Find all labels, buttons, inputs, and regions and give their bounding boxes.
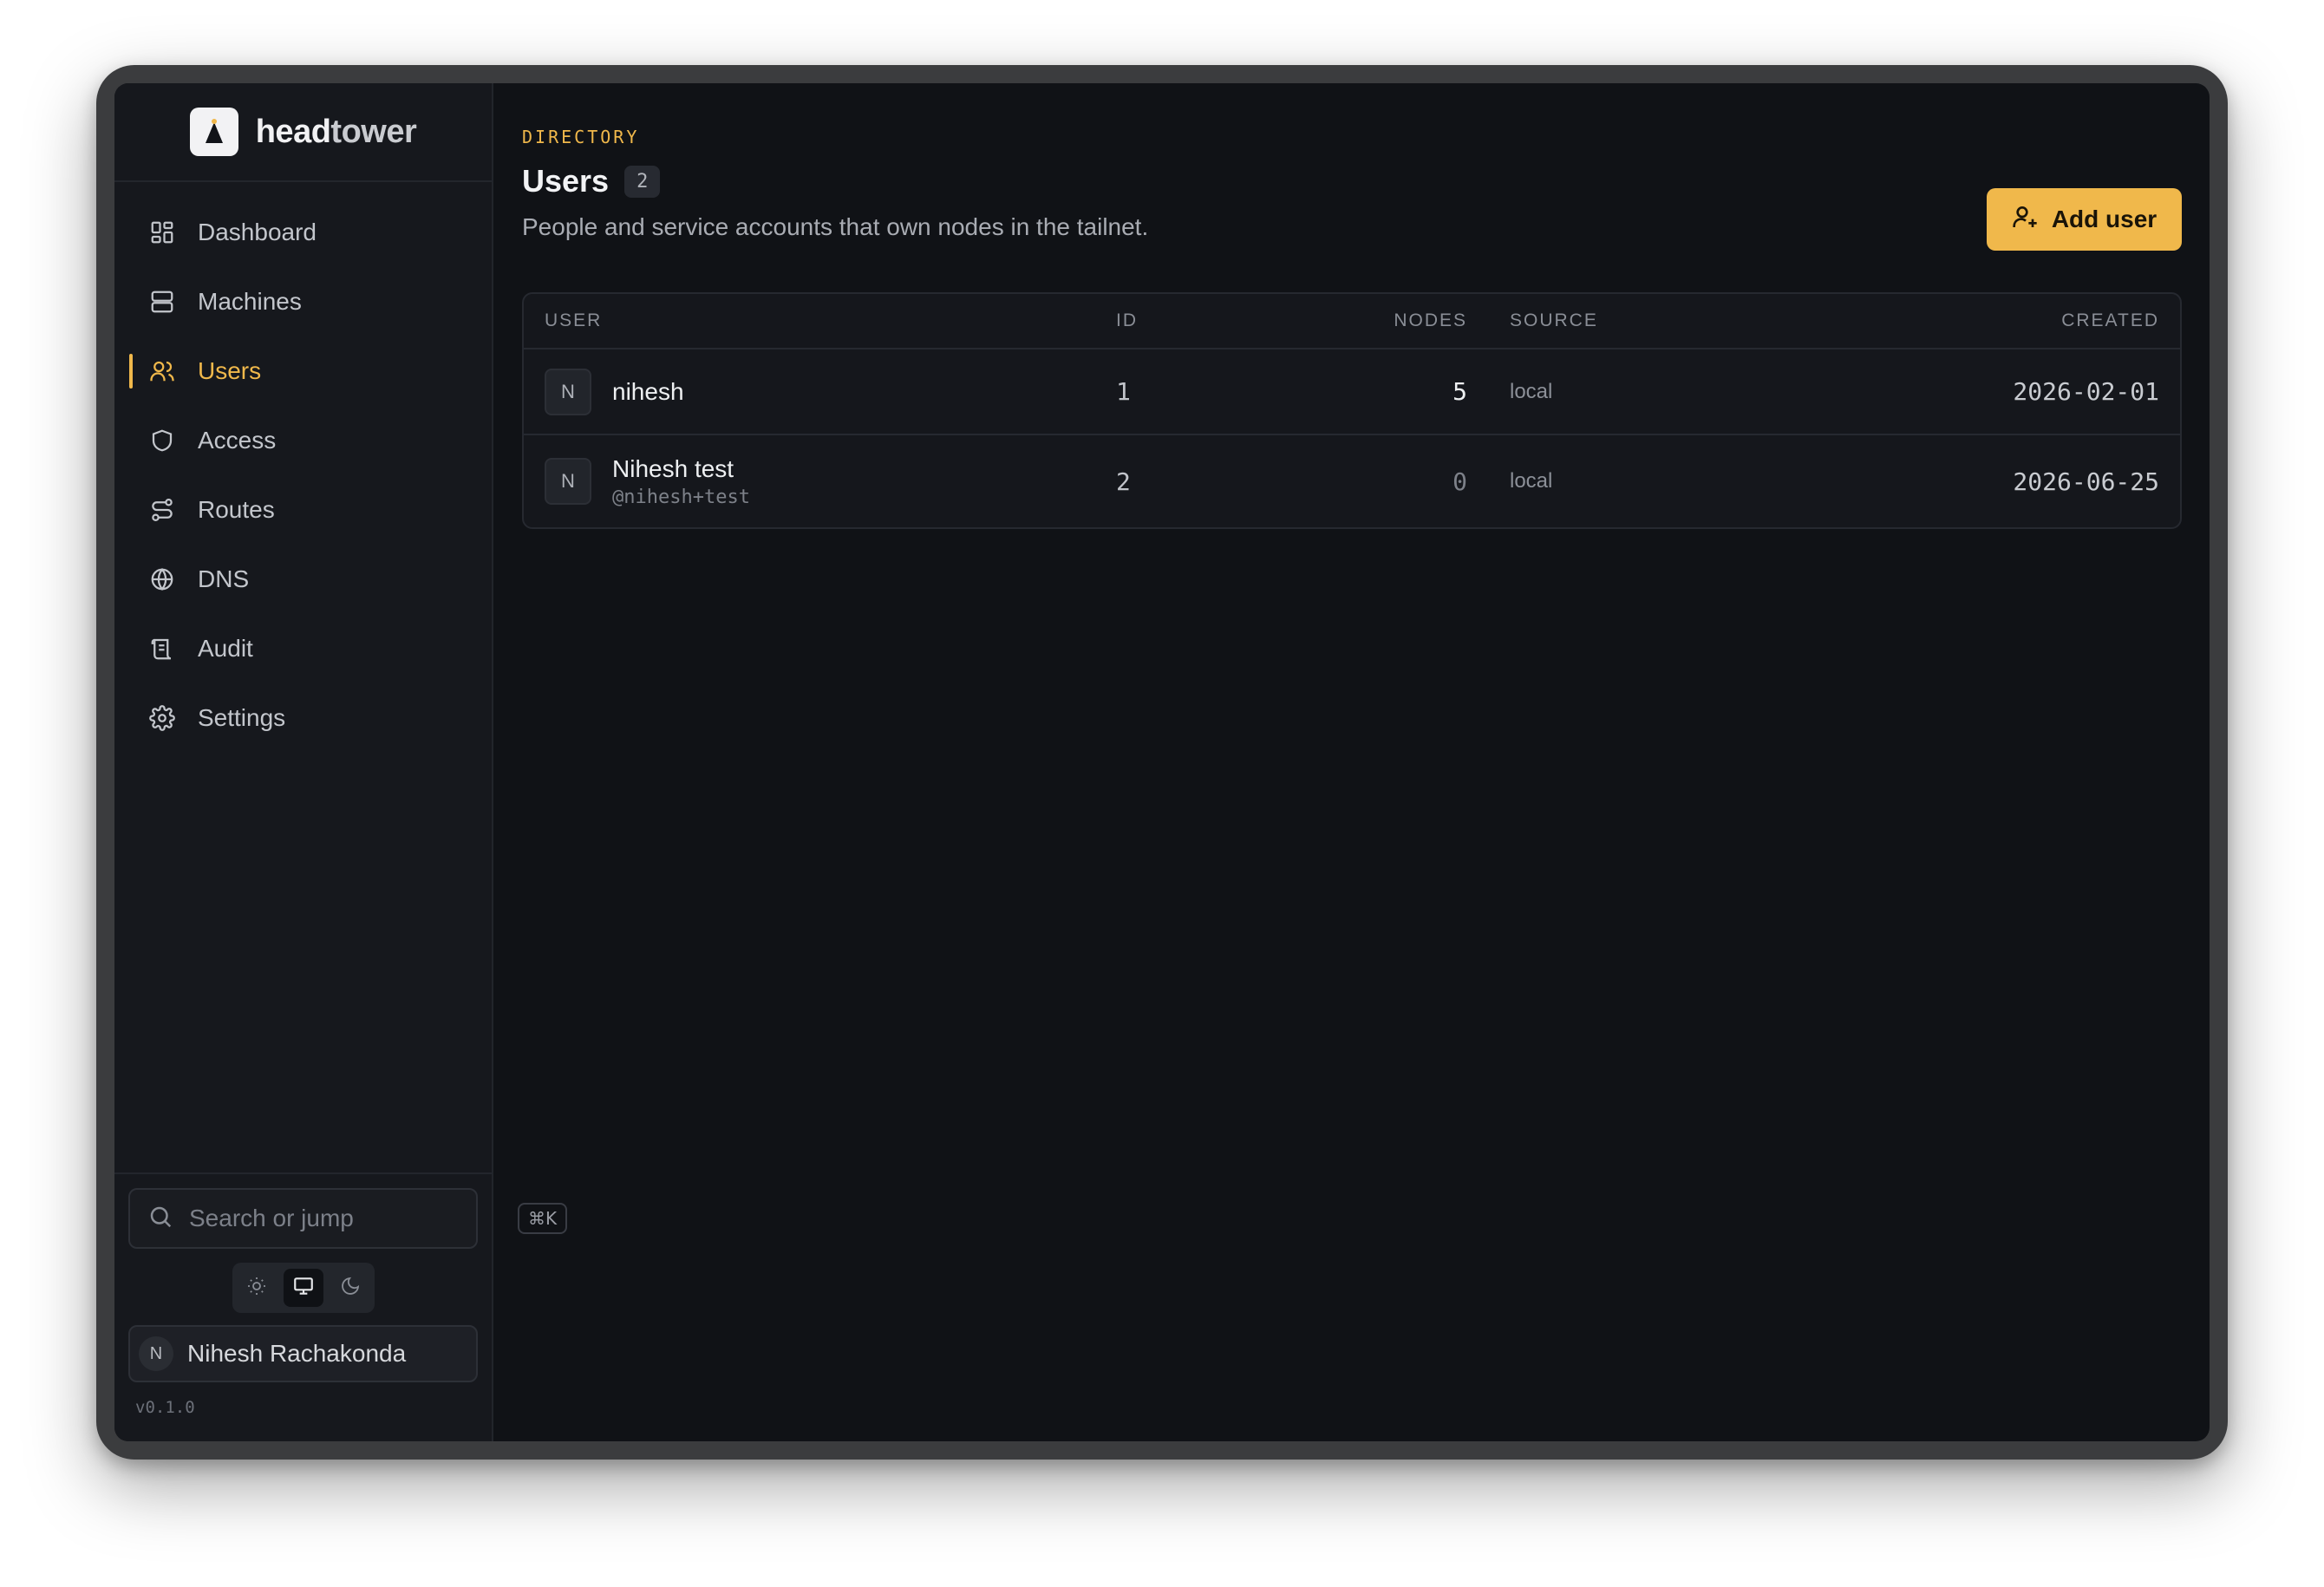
theme-light-button[interactable] — [237, 1269, 277, 1307]
theme-switcher — [232, 1263, 375, 1313]
table-row[interactable]: N Nihesh test @nihesh+test 2 0 local 202… — [524, 435, 2180, 527]
dashboard-icon — [147, 218, 177, 247]
sidebar-item-dns[interactable]: DNS — [114, 545, 492, 614]
add-user-label: Add user — [2051, 206, 2158, 232]
server-icon — [147, 287, 177, 317]
page-title: Users — [522, 163, 610, 199]
user-handle: @nihesh+test — [612, 486, 750, 508]
current-user-button[interactable]: N Nihesh Rachakonda — [128, 1325, 478, 1382]
device-frame: headtower Dashboard Machines Users Acces… — [96, 65, 2228, 1460]
add-user-button[interactable]: Add user — [1987, 188, 2182, 251]
gear-icon — [147, 703, 177, 733]
search-box[interactable]: ⌘K — [128, 1188, 568, 1249]
page-subtitle: People and service accounts that own nod… — [522, 213, 1149, 240]
sidebar-item-users[interactable]: Users — [114, 336, 492, 406]
sidebar-item-audit[interactable]: Audit — [114, 614, 492, 683]
avatar: N — [139, 1336, 173, 1371]
brand-name: headtower — [255, 113, 417, 150]
theme-dark-button[interactable] — [330, 1269, 370, 1307]
scroll-icon — [147, 634, 177, 663]
user-cell: N nihesh — [545, 368, 684, 415]
sidebar-item-label: Users — [198, 357, 262, 384]
sidebar-item-label: Routes — [198, 496, 275, 523]
search-icon — [147, 1204, 173, 1234]
avatar: N — [545, 458, 591, 505]
column-header-source[interactable]: SOURCE — [1510, 310, 1598, 331]
sidebar-item-routes[interactable]: Routes — [114, 475, 492, 545]
sidebar-item-label: Machines — [198, 288, 302, 315]
avatar: N — [545, 368, 591, 415]
current-user-name: Nihesh Rachakonda — [187, 1340, 407, 1367]
shield-icon — [147, 426, 177, 455]
table-header: USER ID NODES SOURCE CREATED — [524, 294, 2180, 349]
user-name[interactable]: nihesh — [612, 378, 684, 406]
section-eyebrow: DIRECTORY — [522, 127, 640, 147]
app-version: v0.1.0 — [135, 1398, 195, 1417]
column-header-created[interactable]: CREATED — [2061, 310, 2159, 331]
sidebar-item-settings[interactable]: Settings — [114, 683, 492, 753]
user-plus-icon — [2012, 203, 2040, 237]
node-count: 5 — [1452, 377, 1467, 406]
monitor-icon — [292, 1275, 315, 1302]
column-header-user[interactable]: USER — [545, 310, 602, 331]
user-cell: N Nihesh test @nihesh+test — [545, 455, 750, 508]
sun-icon — [246, 1276, 267, 1301]
user-id: 2 — [1116, 467, 1131, 496]
moon-icon — [340, 1276, 361, 1301]
created-date: 2026-02-01 — [2013, 377, 2159, 406]
brand[interactable]: headtower — [114, 83, 492, 182]
user-name[interactable]: Nihesh test — [612, 455, 750, 483]
node-count: 0 — [1452, 467, 1467, 496]
user-source: local — [1510, 379, 1553, 403]
theme-system-button[interactable] — [283, 1269, 323, 1307]
sidebar-nav: Dashboard Machines Users Access Routes D… — [114, 182, 492, 753]
sidebar: headtower Dashboard Machines Users Acces… — [114, 83, 568, 1441]
app-window: headtower Dashboard Machines Users Acces… — [114, 83, 2210, 1441]
sidebar-item-label: Dashboard — [198, 219, 317, 245]
sidebar-item-machines[interactable]: Machines — [114, 267, 492, 336]
title-row: Users 2 — [522, 163, 2182, 199]
sidebar-item-label: Audit — [198, 635, 253, 662]
sidebar-item-access[interactable]: Access — [114, 406, 492, 475]
search-input[interactable] — [187, 1204, 504, 1233]
route-icon — [147, 495, 177, 525]
globe-icon — [147, 565, 177, 594]
headtower-logo-icon — [189, 108, 238, 156]
column-header-nodes[interactable]: NODES — [1394, 310, 1467, 331]
sidebar-item-label: Access — [198, 427, 277, 454]
users-table: USER ID NODES SOURCE CREATED N nihesh 1 … — [522, 292, 2182, 529]
sidebar-footer: ⌘K — [114, 1172, 568, 1417]
table-row[interactable]: N nihesh 1 5 local 2026-02-01 — [524, 349, 2180, 435]
created-date: 2026-06-25 — [2013, 467, 2159, 496]
main-content: DIRECTORY Users 2 People and service acc… — [493, 83, 2210, 1441]
sidebar-item-label: Settings — [198, 704, 286, 731]
column-header-id[interactable]: ID — [1116, 310, 1138, 331]
user-id: 1 — [1116, 377, 1131, 406]
sidebar-item-dashboard[interactable]: Dashboard — [114, 198, 492, 267]
sidebar-item-label: DNS — [198, 565, 250, 592]
user-source: local — [1510, 469, 1553, 493]
users-icon — [147, 356, 177, 386]
user-count-badge: 2 — [624, 165, 661, 198]
